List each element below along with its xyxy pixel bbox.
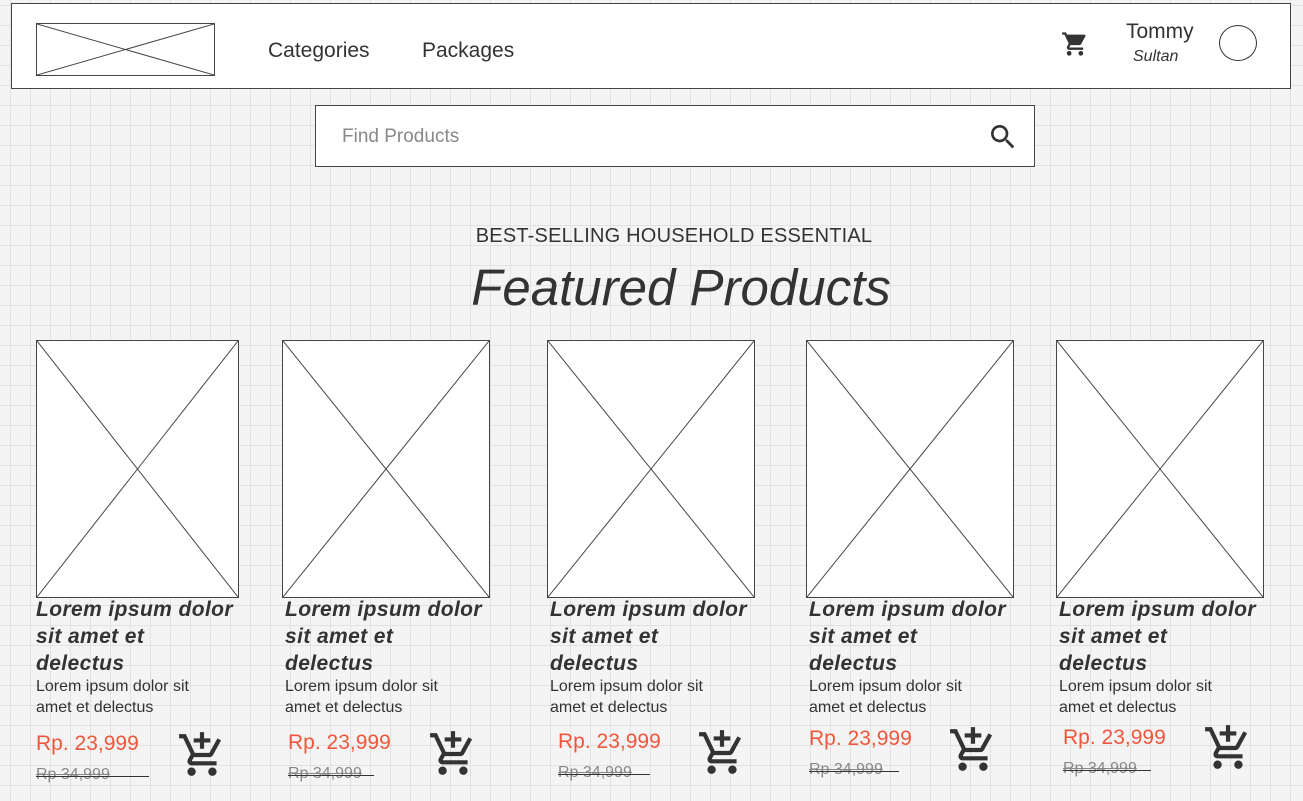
add-to-cart-icon[interactable] xyxy=(948,725,998,775)
product-old-price: Rp 34,999 xyxy=(36,766,110,783)
add-to-cart-icon[interactable] xyxy=(177,730,227,780)
user-name: Tommy xyxy=(1126,20,1194,43)
product-image-placeholder[interactable] xyxy=(806,340,1014,598)
product-price: Rp. 23,999 xyxy=(809,727,912,750)
strikethrough-line xyxy=(36,776,149,777)
product-price: Rp. 23,999 xyxy=(558,730,661,753)
avatar[interactable] xyxy=(1219,25,1257,61)
product-old-price: Rp 34,999 xyxy=(288,765,362,782)
product-price: Rp. 23,999 xyxy=(1063,726,1166,749)
strikethrough-line xyxy=(288,775,374,776)
product-name[interactable]: Lorem ipsum dolor sit amet et delectus xyxy=(36,596,236,677)
logo-placeholder[interactable] xyxy=(36,23,215,76)
product-old-price: Rp 34,999 xyxy=(1063,760,1137,777)
nav-categories-link[interactable]: Categories xyxy=(268,39,370,63)
cart-icon[interactable] xyxy=(1061,30,1089,58)
search-bar xyxy=(315,105,1035,167)
section-title: Featured Products xyxy=(471,259,891,316)
product-description: Lorem ipsum dolor sit amet et delectus xyxy=(36,678,189,716)
product-image-placeholder[interactable] xyxy=(282,340,490,598)
product-image-placeholder[interactable] xyxy=(36,340,239,598)
product-name[interactable]: Lorem ipsum dolor sit amet et delectus xyxy=(1059,596,1259,677)
product-name[interactable]: Lorem ipsum dolor sit amet et delectus xyxy=(550,596,750,677)
header-bar: Categories Packages xyxy=(11,3,1291,89)
search-input[interactable] xyxy=(340,122,944,152)
product-old-price: Rp 34,999 xyxy=(558,764,632,781)
strikethrough-line xyxy=(809,771,899,772)
nav-packages-link[interactable]: Packages xyxy=(422,39,514,63)
product-name[interactable]: Lorem ipsum dolor sit amet et delectus xyxy=(285,596,485,677)
product-old-price: Rp 34,999 xyxy=(809,761,883,778)
search-icon[interactable] xyxy=(987,121,1019,153)
product-image-placeholder[interactable] xyxy=(1056,340,1264,598)
section-subtitle: BEST-SELLING HOUSEHOLD ESSENTIAL xyxy=(475,225,873,247)
product-name[interactable]: Lorem ipsum dolor sit amet et delectus xyxy=(809,596,1009,677)
add-to-cart-icon[interactable] xyxy=(428,729,478,779)
product-description: Lorem ipsum dolor sit amet et delectus xyxy=(550,678,703,716)
add-to-cart-icon[interactable] xyxy=(1203,723,1253,773)
product-description: Lorem ipsum dolor sit amet et delectus xyxy=(809,678,962,716)
user-role: Sultan xyxy=(1133,48,1179,65)
strikethrough-line xyxy=(558,774,650,775)
product-description: Lorem ipsum dolor sit amet et delectus xyxy=(1059,678,1212,716)
product-price: Rp. 23,999 xyxy=(36,732,139,755)
strikethrough-line xyxy=(1063,770,1151,771)
add-to-cart-icon[interactable] xyxy=(697,728,747,778)
product-image-placeholder[interactable] xyxy=(547,340,755,598)
product-price: Rp. 23,999 xyxy=(288,731,391,754)
product-description: Lorem ipsum dolor sit amet et delectus xyxy=(285,678,438,716)
